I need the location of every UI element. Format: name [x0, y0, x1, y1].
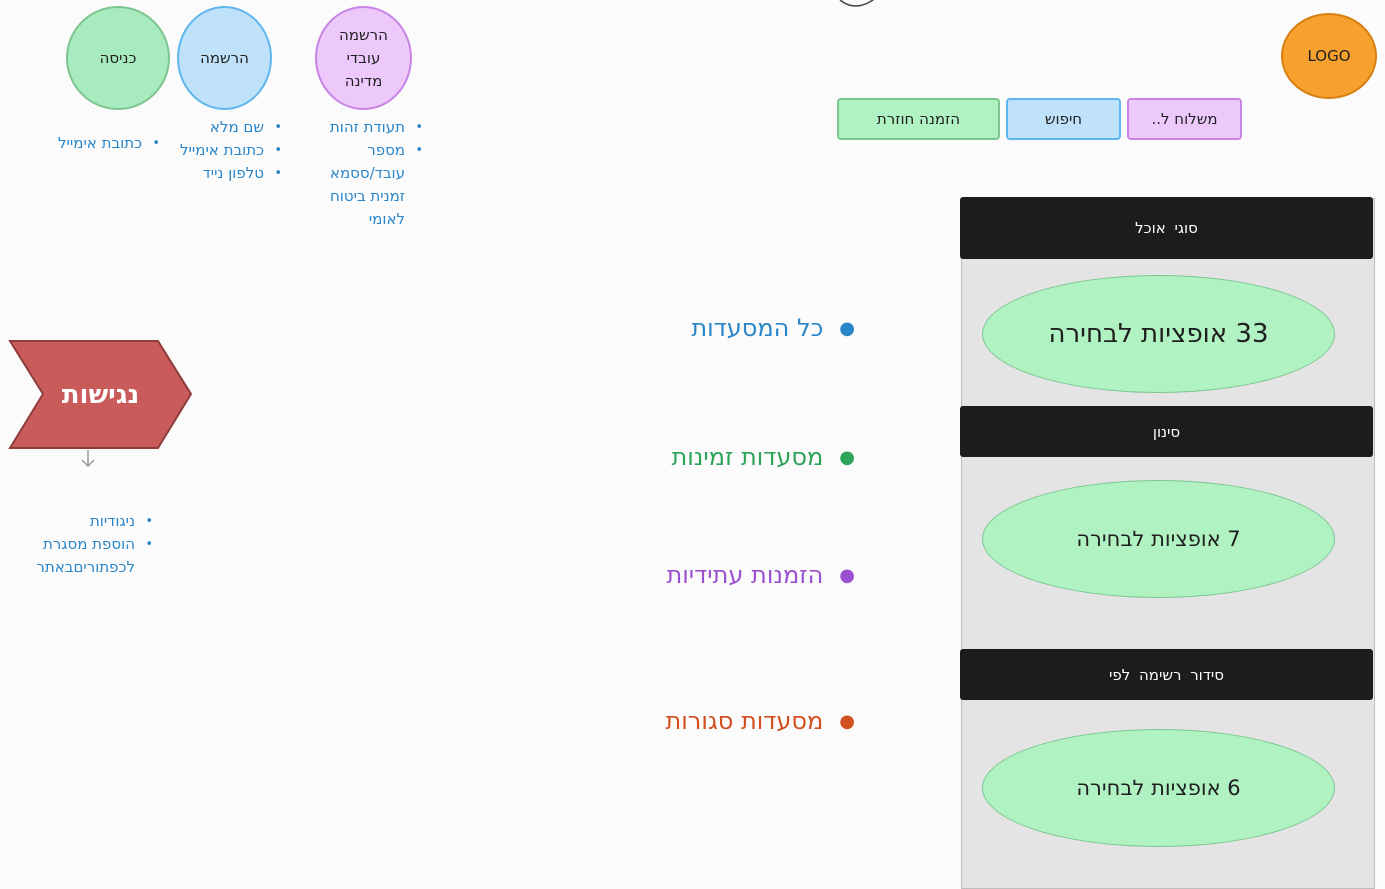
- food-types-options[interactable]: 33 אופציות לבחירה: [982, 275, 1335, 393]
- list-item: טלפון נייד: [176, 162, 282, 185]
- category-label: כל המסעדות: [691, 314, 824, 342]
- entry-circle-label: כניסה: [99, 48, 137, 67]
- partial-title: [745, 0, 895, 20]
- list-item: שם מלא: [176, 116, 282, 139]
- food-types-options-label: 33 אופציות לבחירה: [1048, 319, 1269, 349]
- down-arrow-icon: [78, 448, 98, 470]
- list-item: כתובת אימייל: [176, 139, 282, 162]
- category-label: מסעדות זמינות: [671, 443, 824, 471]
- category-future-orders[interactable]: ● הזמנות עתידיות: [666, 561, 855, 589]
- filter-header[interactable]: סינון: [960, 406, 1373, 457]
- sort-options-label: 6 אופציות לבחירה: [1076, 776, 1241, 800]
- state-register-circle-label: הרשמה עובדי מדינה: [339, 25, 388, 90]
- register-circle[interactable]: הרשמה: [177, 6, 272, 110]
- list-item: ניגודיות: [15, 510, 153, 533]
- entry-fields-list: כתובת אימייל: [2, 132, 160, 155]
- list-item: תעודת זהות: [305, 116, 423, 139]
- search-button[interactable]: חיפוש: [1006, 98, 1121, 140]
- bullet-icon: ●: [839, 710, 855, 732]
- category-label: הזמנות עתידיות: [666, 561, 824, 589]
- category-all-restaurants[interactable]: ● כל המסעדות: [691, 314, 855, 342]
- state-register-fields-list: תעודת זהות מספר עובד/ססמא זמנית ביטוח לא…: [305, 116, 423, 231]
- partial-title-glyphs: [839, 0, 874, 7]
- food-types-title: סוגי אוכל: [1135, 219, 1198, 237]
- search-button-label: חיפוש: [1044, 110, 1083, 128]
- logo-label: LOGO: [1307, 46, 1351, 65]
- entry-circle[interactable]: כניסה: [66, 6, 170, 110]
- accessibility-options-list: ניגודיות הוספת מסגרת לכפתוריםבאתר: [15, 510, 153, 579]
- list-item: הוספת מסגרת לכפתוריםבאתר: [15, 533, 153, 579]
- sort-header[interactable]: סידור רשימה לפי: [960, 649, 1373, 700]
- food-types-header[interactable]: סוגי אוכל: [960, 197, 1373, 259]
- register-circle-label: הרשמה: [200, 48, 249, 67]
- list-item: כתובת אימייל: [2, 132, 160, 155]
- state-register-circle[interactable]: הרשמה עובדי מדינה: [315, 6, 412, 110]
- register-fields-list: שם מלא כתובת אימייל טלפון נייד: [176, 116, 282, 185]
- filter-options-label: 7 אופציות לבחירה: [1076, 527, 1241, 551]
- sort-title: סידור רשימה לפי: [1108, 665, 1225, 684]
- sort-options[interactable]: 6 אופציות לבחירה: [982, 729, 1335, 847]
- delivery-button[interactable]: משלוח ל..: [1127, 98, 1242, 140]
- filter-options[interactable]: 7 אופציות לבחירה: [982, 480, 1335, 598]
- bullet-icon: ●: [839, 446, 855, 468]
- category-available-restaurants[interactable]: ● מסעדות זמינות: [671, 443, 855, 471]
- accessibility-label: נגישות: [61, 379, 140, 410]
- reorder-button-label: הזמנה חוזרת: [876, 110, 961, 128]
- bullet-icon: ●: [839, 317, 855, 339]
- list-item: מספר עובד/ססמא זמנית ביטוח לאומי: [305, 139, 423, 231]
- category-closed-restaurants[interactable]: ● מסעדות סגורות: [665, 707, 855, 735]
- delivery-button-label: משלוח ל..: [1151, 110, 1218, 128]
- accessibility-button[interactable]: נגישות: [8, 339, 193, 450]
- reorder-button[interactable]: הזמנה חוזרת: [837, 98, 1000, 140]
- category-label: מסעדות סגורות: [665, 707, 824, 735]
- logo[interactable]: LOGO: [1281, 13, 1377, 99]
- bullet-icon: ●: [839, 564, 855, 586]
- filter-title: סינון: [1152, 422, 1181, 441]
